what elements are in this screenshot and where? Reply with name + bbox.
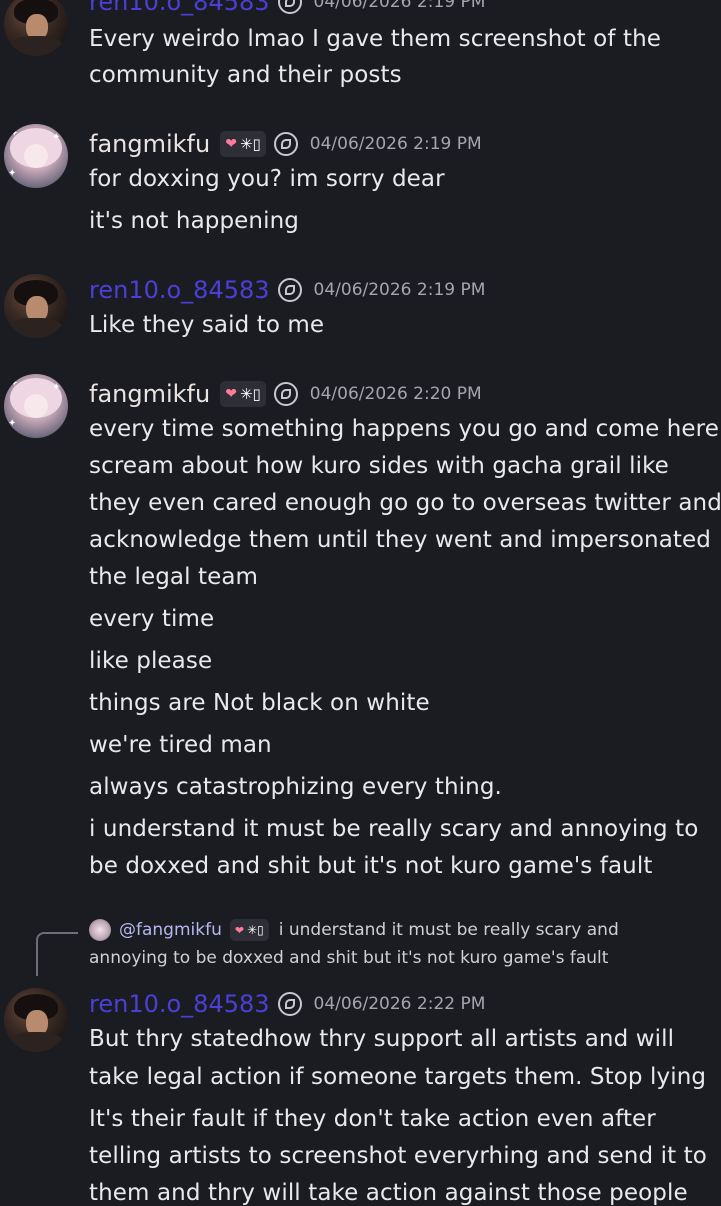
reply-text: i understand it must be really scary and [278, 920, 619, 940]
message-line: community and their posts [89, 62, 402, 88]
avatar-fangmikfu[interactable]: ✦ ✦ ✦ [4, 374, 68, 438]
timestamp: 04/06/2026 2:19 PM [313, 0, 486, 12]
author-name[interactable]: ren10.o_84583 [89, 276, 270, 304]
message-line: be doxxed and shit but it's not kuro gam… [89, 853, 653, 879]
message-line: But thry statedhow thry support all arti… [89, 1026, 675, 1052]
heart-icon: ❤ [225, 386, 237, 402]
message-line: Every weirdo lmao I gave them screenshot… [89, 26, 661, 52]
role-emblem-icon [273, 132, 298, 156]
message-line: telling artists to screenshot everyrhing… [89, 1143, 707, 1169]
message-header: ren10.o_84583 04/06/2026 2:22 PM [89, 990, 485, 1018]
avatar-ren[interactable] [4, 988, 68, 1052]
message-line: scream about how kuro sides with gacha g… [89, 453, 669, 479]
message-header: ren10.o_84583 04/06/2026 2:19 PM [89, 0, 485, 16]
timestamp: 04/06/2026 2:19 PM [313, 280, 486, 300]
role-emblem-icon [277, 0, 302, 14]
server-tag[interactable]: ❤ ✳▯ [220, 381, 266, 407]
avatar-ren[interactable] [4, 274, 68, 338]
message-line: take legal action if someone targets the… [89, 1064, 707, 1090]
avatar-ren[interactable] [4, 0, 68, 56]
message-line: them and thry will take action against t… [89, 1180, 688, 1206]
author-name[interactable]: fangmikfu [89, 380, 210, 408]
heart-icon: ❤ [234, 923, 245, 937]
message-header: ren10.o_84583 04/06/2026 2:19 PM [89, 276, 485, 304]
role-emblem-icon [277, 992, 302, 1016]
reply-avatar [89, 919, 111, 941]
tag-label: ✳▯ [247, 923, 264, 937]
message-line: every time [89, 606, 215, 632]
message-line: we're tired man [89, 732, 272, 758]
message-line: Like they said to me [89, 312, 325, 338]
reply-text: annoying to be doxxed and shit but it's … [89, 948, 609, 968]
timestamp: 04/06/2026 2:20 PM [309, 384, 482, 404]
role-emblem-icon [273, 382, 298, 406]
message-line: things are Not black on white [89, 690, 430, 716]
message-line: the legal team [89, 564, 259, 590]
heart-icon: ❤ [225, 136, 237, 152]
message-header: fangmikfu ❤ ✳▯ 04/06/2026 2:20 PM [89, 380, 482, 408]
message-line: always catastrophizing every thing. [89, 774, 502, 800]
timestamp: 04/06/2026 2:22 PM [313, 994, 486, 1014]
reply-mention[interactable]: @fangmikfu [119, 920, 222, 940]
avatar-fangmikfu[interactable]: ✦ ✦ ✦ [4, 124, 68, 188]
message-line: for doxxing you? im sorry dear [89, 166, 445, 192]
message-line: like please [89, 648, 213, 674]
message-header: fangmikfu ❤ ✳▯ 04/06/2026 2:19 PM [89, 130, 482, 158]
author-name[interactable]: fangmikfu [89, 130, 210, 158]
message-line: they even cared enough go go to overseas… [89, 490, 721, 516]
server-tag: ❤ ✳▯ [229, 919, 269, 941]
author-name[interactable]: ren10.o_84583 [89, 0, 270, 16]
server-tag[interactable]: ❤ ✳▯ [220, 131, 266, 157]
reply-preview[interactable]: @fangmikfu ❤ ✳▯ i understand it must be … [89, 919, 619, 941]
message-line: it's not happening [89, 208, 299, 234]
tag-label: ✳▯ [239, 135, 261, 153]
reply-connector [36, 932, 78, 976]
author-name[interactable]: ren10.o_84583 [89, 990, 270, 1018]
role-emblem-icon [277, 278, 302, 302]
message-line: every time something happens you go and … [89, 416, 719, 442]
timestamp: 04/06/2026 2:19 PM [309, 134, 482, 154]
tag-label: ✳▯ [239, 385, 261, 403]
message-line: i understand it must be really scary and… [89, 816, 699, 842]
message-line: It's their fault if they don't take acti… [89, 1106, 656, 1132]
message-line: acknowledge them until they went and imp… [89, 527, 711, 553]
